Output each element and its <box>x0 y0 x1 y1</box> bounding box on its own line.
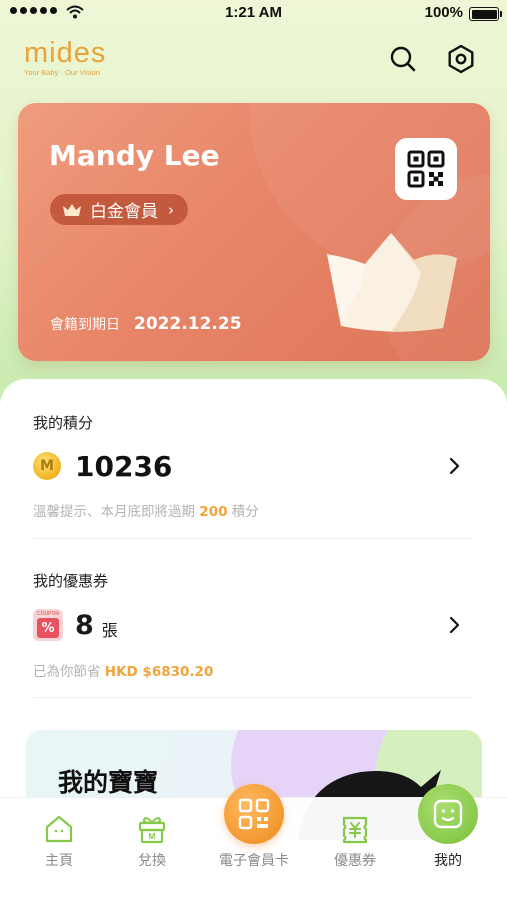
coupon-icon-label: COUPON <box>37 611 59 617</box>
chevron-right-icon: › <box>168 200 174 219</box>
battery-percentage: 100% <box>424 4 463 21</box>
coupons-chevron-right-icon[interactable] <box>445 616 463 634</box>
gift-icon: M <box>138 817 166 844</box>
qr-code-icon <box>407 150 445 188</box>
app-header: mides Your Baby · Our Vision <box>0 38 507 86</box>
coupon-savings-hint: 已為你節省 HKD $6830.20 <box>33 660 213 680</box>
divider <box>33 538 473 539</box>
coupon-badge-icon: COUPON % <box>33 609 63 641</box>
coupons-row[interactable]: COUPON % 8 張 <box>33 607 118 643</box>
hint-suffix: 積分 <box>231 504 259 520</box>
status-bar: 1:21 AM 100% <box>0 0 507 28</box>
brand-logo: mides Your Baby · Our Vision <box>24 38 106 77</box>
expiry-label: 會籍到期日 <box>50 317 120 333</box>
divider <box>33 697 473 698</box>
svg-text:M: M <box>149 832 156 841</box>
settings-icon[interactable] <box>446 44 476 74</box>
coin-icon: M <box>33 452 61 480</box>
expiry-date: 2022.12.25 <box>134 314 242 334</box>
qr-code-button[interactable] <box>395 138 457 200</box>
coupons-section-title: 我的優惠券 <box>33 572 109 590</box>
coupon-unit: 張 <box>101 621 118 640</box>
mine-tab-button[interactable] <box>418 784 478 844</box>
hint-amount: 200 <box>199 504 228 520</box>
coupon-icon <box>342 816 368 844</box>
tier-label: 白金會員 <box>90 202 158 222</box>
points-row[interactable]: M 10236 <box>33 448 172 484</box>
tab-exchange-label: 兌換 <box>138 853 166 869</box>
hint-prefix: 溫馨提示、本月底即將過期 <box>33 504 195 520</box>
face-icon <box>433 799 463 829</box>
savings-amount: HKD $6830.20 <box>104 664 214 680</box>
search-icon[interactable] <box>388 44 418 74</box>
crown-illustration <box>327 233 457 332</box>
logo-tagline: Your Baby · Our Vision <box>24 68 100 77</box>
tab-coupons-label: 優惠券 <box>334 853 376 869</box>
points-expiry-hint: 溫馨提示、本月底即將過期 200 積分 <box>33 500 259 520</box>
battery-icon <box>469 7 502 21</box>
logo-text: mides <box>24 37 107 69</box>
points-value: 10236 <box>75 449 173 483</box>
member-card[interactable]: Mandy Lee 白金會員 › 會籍到期日 2022.12.25 <box>18 103 490 361</box>
ecard-tab-button[interactable] <box>224 784 284 844</box>
home-icon <box>45 815 73 843</box>
percent-icon: % <box>37 618 59 638</box>
tab-home-label: 主頁 <box>45 853 73 869</box>
tab-mine-label: 我的 <box>434 853 462 869</box>
crown-icon <box>63 203 81 216</box>
membership-expiry: 會籍到期日 2022.12.25 <box>50 314 242 334</box>
tab-ecard-label: 電子會員卡 <box>219 853 289 869</box>
points-section-title: 我的積分 <box>33 414 94 432</box>
tier-badge[interactable]: 白金會員 › <box>50 194 188 225</box>
member-name: Mandy Lee <box>49 139 220 172</box>
coupon-count: 8 <box>75 609 94 641</box>
points-chevron-right-icon[interactable] <box>445 457 463 475</box>
baby-section-title: 我的寶寶 <box>58 768 159 797</box>
savings-prefix: 已為你節省 <box>33 664 101 680</box>
qr-code-icon <box>238 798 270 830</box>
